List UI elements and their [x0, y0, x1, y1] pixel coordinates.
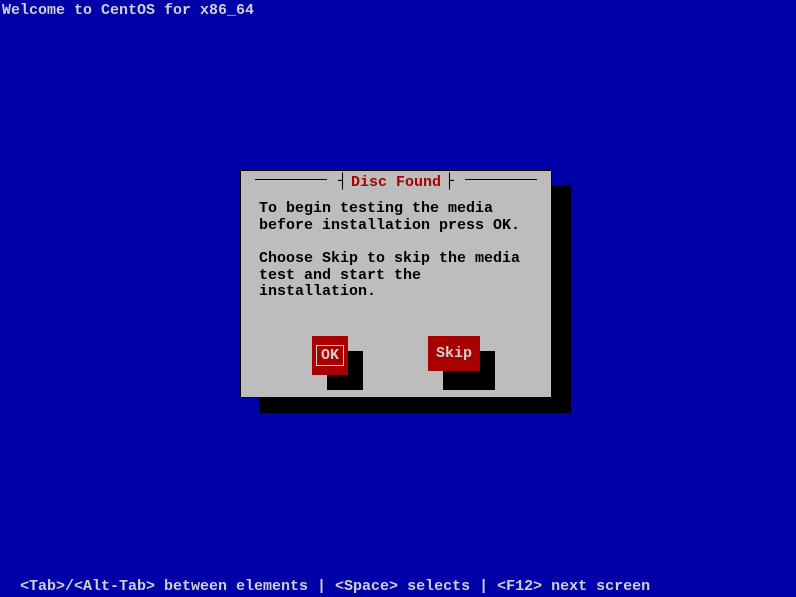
ok-button-wrap: OK: [312, 336, 348, 375]
ok-button[interactable]: OK: [312, 336, 348, 375]
ok-button-label: OK: [316, 345, 344, 366]
dialog-text-line1: To begin testing the media before instal…: [259, 201, 533, 234]
skip-button-wrap: Skip: [428, 336, 480, 375]
skip-button[interactable]: Skip: [428, 336, 480, 371]
button-row: OK Skip: [241, 336, 551, 375]
title-bracket-left: ┤: [338, 173, 347, 190]
dialog-text-line2: Choose Skip to skip the media test and s…: [259, 251, 533, 301]
dialog-body: To begin testing the media before instal…: [259, 201, 533, 318]
dialog-title-wrap: ┤ Disc Found ├: [241, 174, 551, 191]
footer-hints: <Tab>/<Alt-Tab> between elements | <Spac…: [20, 578, 650, 595]
skip-button-label: Skip: [436, 345, 472, 362]
title-bracket-right: ├: [445, 173, 454, 190]
dialog-title: Disc Found: [347, 174, 445, 191]
disc-found-dialog: ┤ Disc Found ├ To begin testing the medi…: [240, 170, 552, 398]
page-title: Welcome to CentOS for x86_64: [2, 2, 254, 19]
